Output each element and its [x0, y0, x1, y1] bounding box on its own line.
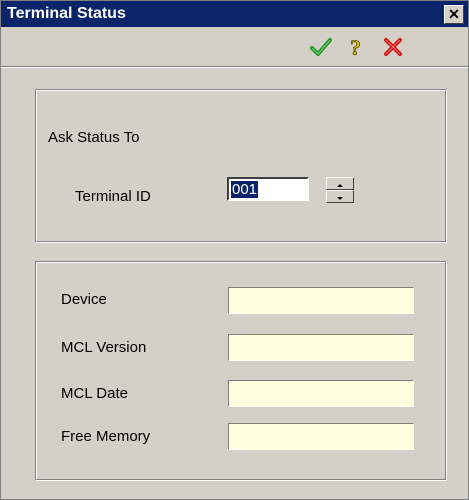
device-field[interactable]: [228, 287, 414, 314]
spinner-up-button[interactable]: [326, 177, 354, 190]
toolbar-divider: [1, 67, 468, 68]
device-label: Device: [61, 291, 107, 308]
terminal-id-value: 001: [231, 181, 259, 198]
arrow-down-icon: [337, 197, 343, 200]
title-bar[interactable]: Terminal Status ✕: [1, 1, 468, 27]
cancel-button[interactable]: [381, 35, 405, 59]
close-icon: ✕: [448, 6, 460, 22]
red-x-icon: [384, 38, 402, 56]
mcl-version-label: MCL Version: [61, 339, 147, 356]
question-mark-icon: ?: [350, 35, 362, 61]
terminal-id-spinner[interactable]: [326, 177, 354, 203]
checkmark-icon: [310, 38, 332, 56]
window-title: Terminal Status: [7, 5, 126, 22]
ask-status-panel-inner: [36, 90, 446, 242]
svg-text:?: ?: [350, 35, 361, 59]
free-memory-label: Free Memory: [61, 428, 151, 445]
toolbar: ?: [1, 27, 468, 68]
mcl-version-field[interactable]: [228, 334, 414, 361]
spinner-down-button[interactable]: [326, 190, 354, 203]
free-memory-field[interactable]: [228, 423, 414, 450]
mcl-date-field[interactable]: [228, 380, 414, 407]
close-button[interactable]: ✕: [444, 5, 464, 24]
terminal-id-input[interactable]: 001: [227, 177, 309, 201]
terminal-id-label: Terminal ID: [75, 188, 151, 205]
ask-status-heading: Ask Status To: [48, 129, 140, 146]
help-button[interactable]: ?: [345, 35, 369, 61]
terminal-status-window: Terminal Status ✕ ? Ask Status To Termin…: [0, 0, 469, 500]
ok-button[interactable]: [309, 35, 333, 59]
ask-status-panel: [35, 89, 447, 243]
mcl-date-label: MCL Date: [61, 385, 128, 402]
